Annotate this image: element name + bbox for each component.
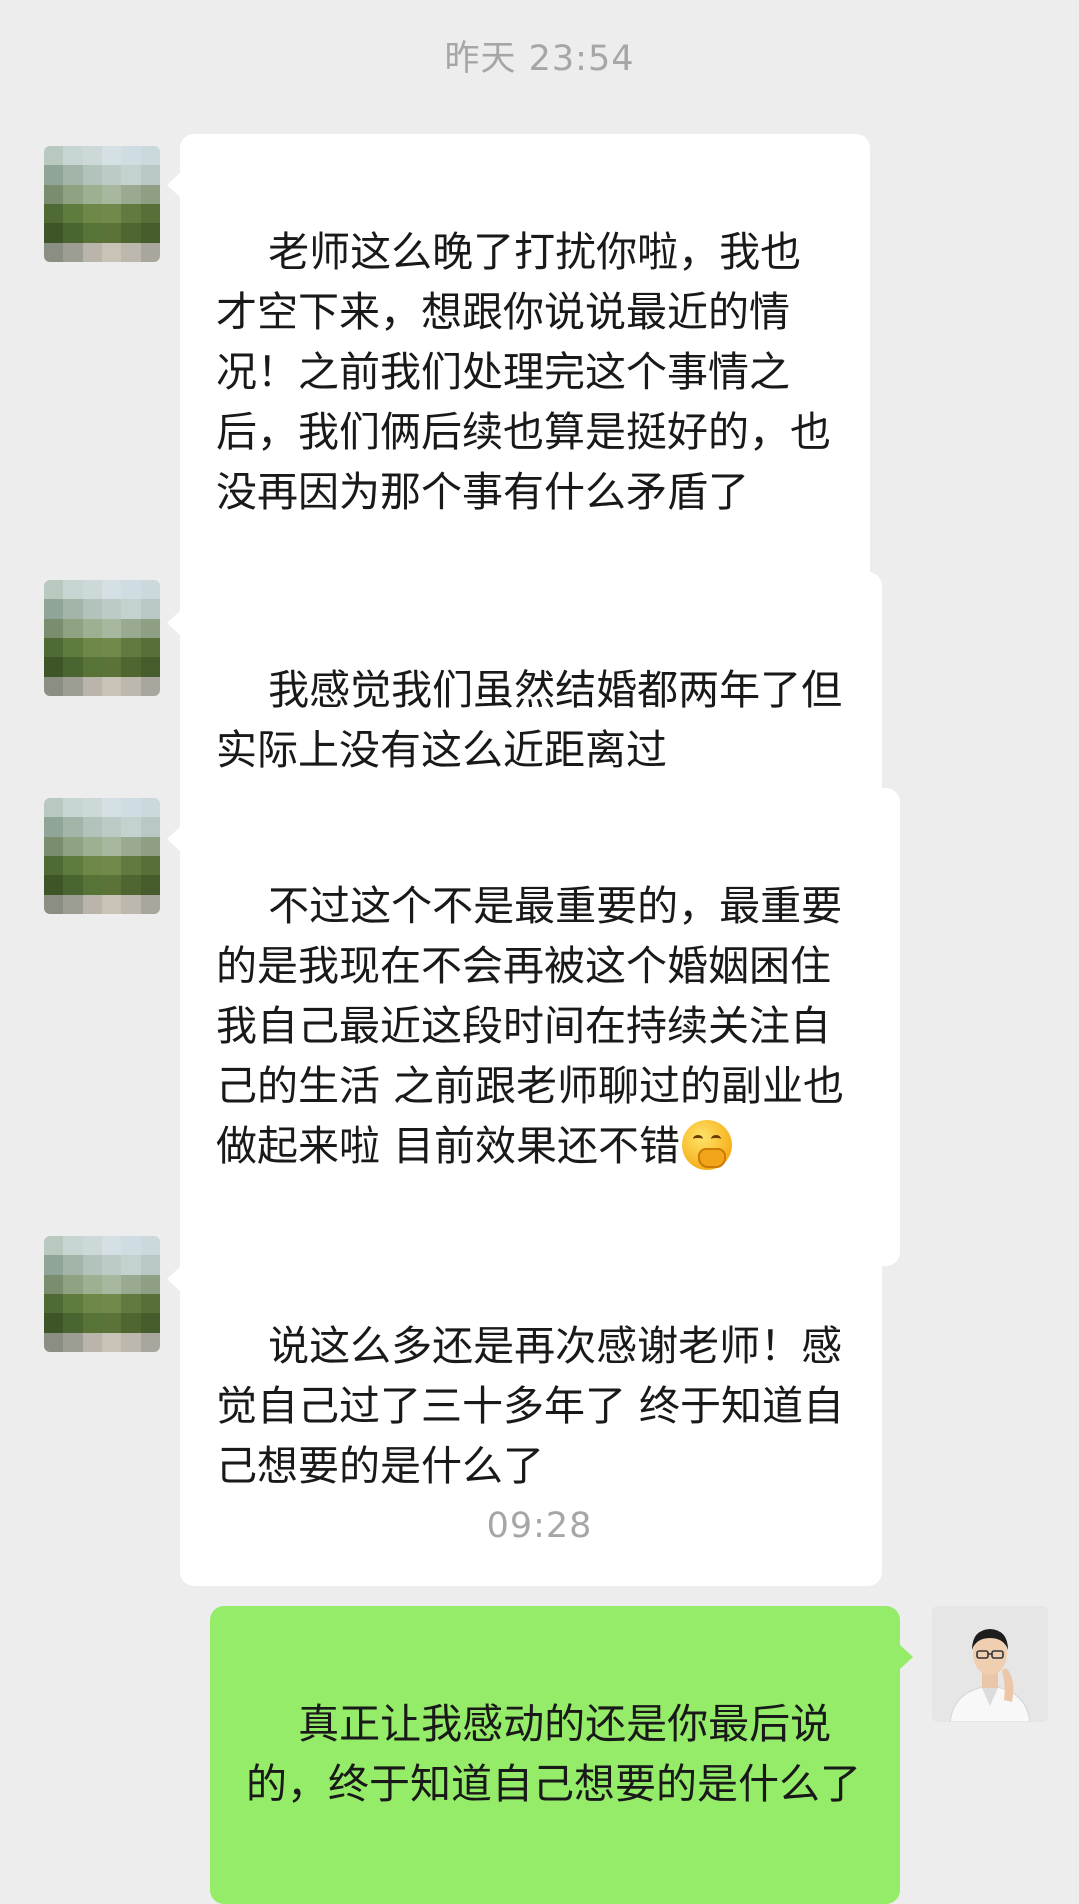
timestamp: 昨天 23:54 (444, 39, 635, 79)
message-text: 老师这么晚了打扰你啦，我也才空下来，想跟你说说最近的情况！之前我们处理完这个事情… (216, 228, 831, 516)
outgoing-message-bubble[interactable]: 真正让我感动的还是你最后说的，终于知道自己想要的是什么了 (210, 1606, 913, 1904)
profile-photo-icon (932, 1606, 1048, 1722)
self-avatar[interactable] (932, 1606, 1048, 1722)
contact-avatar[interactable] (44, 1236, 160, 1352)
thinking-face-icon (682, 1120, 733, 1170)
contact-avatar[interactable] (44, 146, 160, 262)
timestamp: 09:28 (486, 1506, 593, 1546)
message-bubble[interactable]: 不过这个不是最重要的，最重要的是我现在不会再被这个婚姻困住 我自己最近这段时间在… (167, 788, 900, 1266)
message-text: 真正让我感动的还是你最后说的，终于知道自己想要的是什么了 (246, 1700, 861, 1808)
message-text: 我感觉我们虽然结婚都两年了但实际上没有这么近距离过 (216, 666, 843, 774)
contact-avatar[interactable] (44, 798, 160, 914)
message-text: 说这么多还是再次感谢老师！感觉自己过了三十多年了 终于知道自己想要的是什么了 (216, 1322, 845, 1490)
contact-avatar[interactable] (44, 580, 160, 696)
message-bubble[interactable]: 老师这么晚了打扰你啦，我也才空下来，想跟你说说最近的情况！之前我们处理完这个事情… (167, 134, 870, 612)
message-text: 不过这个不是最重要的，最重要的是我现在不会再被这个婚姻困住 我自己最近这段时间在… (216, 882, 845, 1170)
